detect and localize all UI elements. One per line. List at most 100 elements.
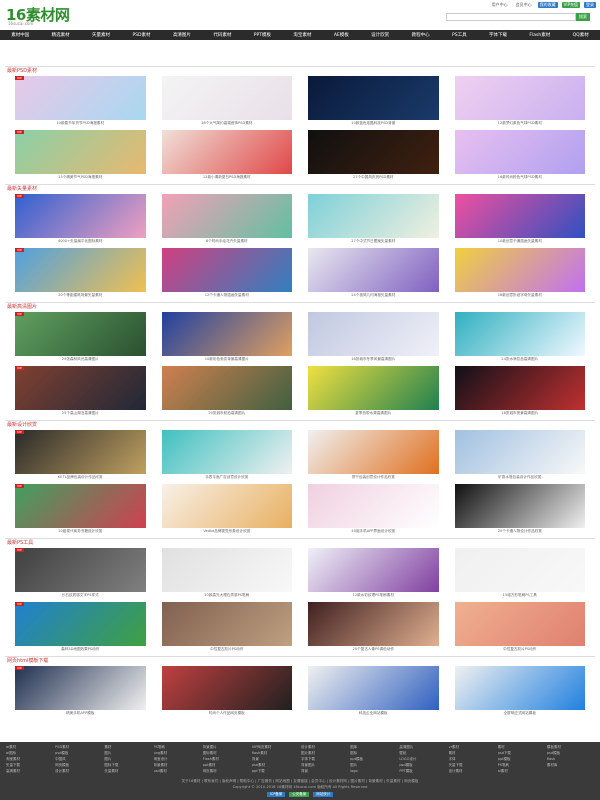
footer-link[interactable]: 高清素材 (6, 769, 53, 774)
thumbnail-image[interactable]: VIP (15, 666, 146, 710)
thumbnail-card[interactable]: 夏季热带水果高清图片 (308, 366, 439, 420)
thumbnail-card[interactable]: 10款高光大理石质感PS笔刷 (161, 548, 292, 602)
thumbnail-caption[interactable]: 矿泉水瓶包装设计作品欣赏 (455, 474, 586, 480)
footer-link[interactable]: 高清图片 (399, 745, 446, 750)
thumbnail-caption[interactable]: 15组方形笔刷PS工具 (455, 592, 586, 598)
badge-police[interactable]: 公安备案 (289, 792, 310, 797)
thumbnail-card[interactable]: 18张城市冬季风景高清图片 (308, 312, 439, 366)
footer-link[interactable]: 字体下载 (301, 757, 348, 762)
thumbnail-image[interactable] (161, 484, 292, 528)
thumbnail-caption[interactable]: 10款蓝色炫酷科技PSD背景 (308, 120, 439, 126)
thumbnail-card[interactable]: VIP 10款春节年货节PSD海报素材 (15, 76, 146, 130)
badge-icp[interactable]: ICP备案 (266, 792, 286, 797)
footer-link[interactable]: 矢量下载 (449, 763, 496, 768)
thumbnail-caption[interactable]: Vedka品牌视觉形象设计欣赏 (162, 528, 293, 534)
thumbnail-card[interactable]: 24张水滴饮品高清图片 (454, 312, 585, 366)
nav-item[interactable]: 教程中心 (412, 32, 430, 38)
footer-link[interactable]: VIP网页素材 (252, 745, 299, 750)
thumbnail-image[interactable] (454, 194, 585, 238)
thumbnail-card[interactable]: VIP 25张森林风光高清图片 (15, 312, 146, 366)
thumbnail-image[interactable]: VIP (15, 194, 146, 238)
footer-link[interactable]: 模板素材 (547, 745, 594, 750)
thumbnail-caption[interactable]: 时尚个人作品网页模板 (162, 710, 293, 716)
nav-item[interactable]: 矢量素材 (92, 32, 110, 38)
thumbnail-caption[interactable]: 长石纹质感文字PS样式 (15, 592, 146, 598)
thumbnail-caption[interactable]: 12个卡通人物插画矢量素材 (162, 292, 293, 298)
footer-link[interactable]: 背景 (252, 757, 299, 762)
thumbnail-caption[interactable]: 40组手机APP界面设计欣赏 (308, 528, 439, 534)
thumbnail-card[interactable]: 矿泉水瓶包装设计作品欣赏 (454, 430, 586, 484)
thumbnail-image[interactable] (308, 484, 439, 528)
thumbnail-card[interactable]: 8个时尚手绘花卉矢量素材 (161, 194, 292, 248)
nav-item[interactable]: PPT模板 (254, 32, 271, 38)
section-title[interactable]: 网页html模板下载 (5, 657, 595, 666)
thumbnail-card[interactable]: 中性复古胶片PS动作 (161, 602, 293, 656)
footer-link[interactable]: ppt下载 (252, 769, 299, 774)
thumbnail-caption[interactable]: 10款彩色渐变背景高清图片 (162, 356, 293, 362)
section-title[interactable]: 最新高清图片 (5, 303, 595, 312)
thumbnail-card[interactable]: VIP 20个等距建筑场景矢量素材 (15, 248, 146, 302)
footer-link[interactable]: 淘宝素材 (6, 757, 53, 762)
footer-link[interactable]: 背景 (301, 769, 348, 774)
thumbnail-image[interactable] (161, 602, 292, 646)
thumbnail-card[interactable]: 时尚个人作品网页模板 (161, 666, 293, 720)
footer-link[interactable]: Flash素材 (203, 757, 250, 762)
thumbnail-image[interactable] (454, 548, 585, 592)
thumbnail-image[interactable] (454, 366, 585, 410)
thumbnail-caption[interactable]: 12款水彩纹理PS笔刷素材 (308, 592, 439, 598)
footer-link[interactable]: logo (350, 769, 397, 774)
badge-stats[interactable]: 网站统计 (313, 792, 334, 797)
thumbnail-caption[interactable]: 18个大气简约高端首饰PSD素材 (162, 120, 293, 126)
thumbnail-image[interactable] (454, 76, 585, 120)
thumbnail-image[interactable] (161, 248, 292, 292)
thumbnail-image[interactable] (454, 312, 585, 356)
thumbnail-card[interactable]: 12个卡通人物插画矢量素材 (161, 248, 293, 302)
footer-link[interactable]: 网页素材 (203, 769, 250, 774)
footer-link[interactable]: png素材 (154, 751, 201, 756)
thumbnail-image[interactable]: VIP (15, 312, 146, 356)
thumbnail-card[interactable]: 18张城市夜景高清图片 (454, 366, 585, 420)
thumbnail-card[interactable]: 16款创意折纸字母矢量素材 (454, 248, 585, 302)
thumbnail-card[interactable]: VIP KETL品牌包装设计作品欣赏 (15, 430, 146, 484)
thumbnail-card[interactable]: 中性复古胶片PS动作 (454, 602, 585, 656)
footer-link[interactable]: 网页模板 (55, 763, 102, 768)
footer-link[interactable]: 字体 (449, 757, 496, 762)
thumbnail-image[interactable] (161, 130, 292, 174)
footer-link[interactable]: 图库 (350, 745, 397, 750)
thumbnail-caption[interactable]: 饼干包装创意设计作品欣赏 (308, 474, 439, 480)
footer-link[interactable]: 图片 (104, 751, 151, 756)
footer-link[interactable]: 背景素材 (154, 763, 201, 768)
thumbnail-card[interactable]: 20个复古人像PS调色动作 (308, 602, 439, 656)
thumbnail-card[interactable]: 24个极简几何海报矢量素材 (308, 248, 439, 302)
footer-link[interactable]: ai素材 (498, 769, 545, 774)
thumbnail-image[interactable] (454, 666, 585, 710)
thumbnail-caption[interactable]: 手表平面广告创意设计欣赏 (162, 474, 293, 480)
search-button[interactable]: 搜索 (576, 13, 590, 21)
thumbnail-card[interactable]: 18个大气简约高端首饰PSD素材 (161, 76, 293, 130)
footer-link[interactable]: ai图标 (6, 751, 53, 756)
thumbnail-image[interactable] (308, 366, 439, 410)
thumbnail-image[interactable] (161, 548, 292, 592)
footer-link[interactable]: ppt模板 (498, 757, 545, 762)
thumbnail-card[interactable]: 12款水彩纹理PS笔刷素材 (308, 548, 439, 602)
footer-link[interactable]: 壁纸 (399, 751, 446, 756)
footer-link[interactable]: 背景图片 (301, 763, 348, 768)
section-title[interactable]: 最新PSD素材 (5, 67, 595, 76)
thumbnail-card[interactable]: 12款小清新夏日PSD海报素材 (161, 130, 292, 184)
thumbnail-image[interactable] (308, 430, 439, 474)
thumbnail-card[interactable]: 15组方形笔刷PS工具 (454, 548, 586, 602)
nav-item[interactable]: 代码素材 (213, 32, 231, 38)
footer-link[interactable]: 图片 (104, 757, 151, 762)
footer-link[interactable]: ppt素材 (203, 763, 250, 768)
toplink-user[interactable]: 用户中心 (490, 2, 510, 8)
nav-item[interactable]: AE模板 (334, 32, 349, 38)
thumbnail-image[interactable] (308, 76, 439, 120)
thumbnail-caption[interactable]: 中性复古胶片PS动作 (162, 646, 293, 652)
thumbnail-caption[interactable]: 12款梦幻紫色气球PSD素材 (455, 120, 586, 126)
thumbnail-caption[interactable]: 25张森林风光高清图片 (15, 356, 146, 362)
thumbnail-image[interactable]: VIP (15, 366, 146, 410)
thumbnail-image[interactable]: VIP (15, 602, 146, 646)
thumbnail-card[interactable]: 科技企业网站模板 (308, 666, 439, 720)
thumbnail-image[interactable] (308, 666, 439, 710)
footer-link[interactable]: psd素材 (154, 769, 201, 774)
